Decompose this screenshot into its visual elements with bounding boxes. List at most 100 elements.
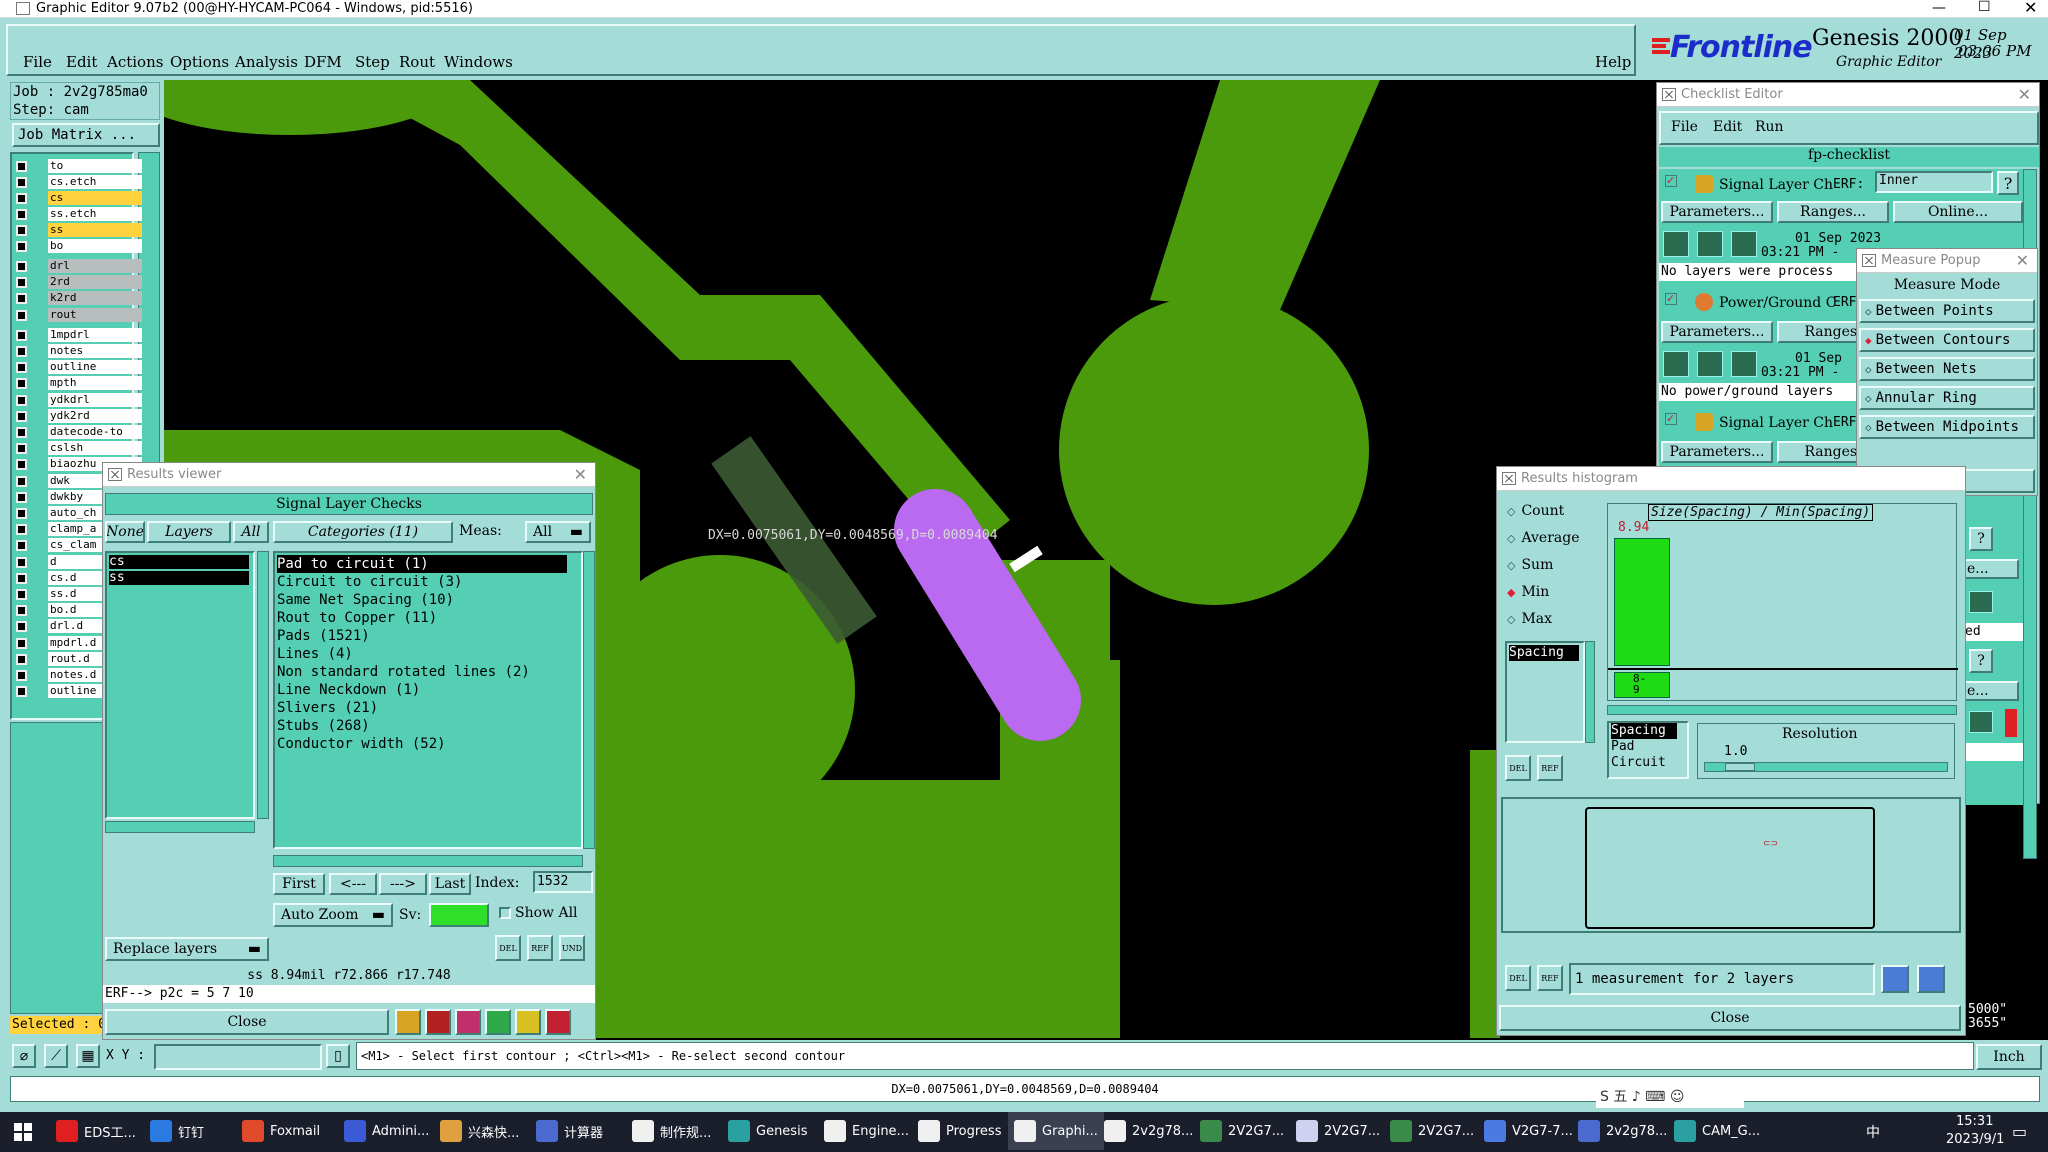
menu-step[interactable]: Step — [355, 53, 390, 71]
help-icon[interactable]: ? — [1997, 171, 2019, 195]
run-icon-6[interactable] — [1731, 351, 1757, 377]
layer-name[interactable]: datecode-to — [48, 425, 142, 439]
taskbar-item[interactable]: 2V2G7... — [1390, 1112, 1474, 1150]
layer-row[interactable]: cs.etch — [10, 174, 142, 190]
none-button[interactable]: None — [105, 521, 145, 543]
layer-checkbox[interactable] — [16, 362, 27, 374]
taskbar-item[interactable]: Genesis — [728, 1112, 807, 1150]
check1-parameters-button[interactable]: Parameters... — [1661, 201, 1773, 223]
taskbar-item[interactable]: Progress — [918, 1112, 1001, 1150]
layer-name[interactable]: cs — [48, 191, 142, 205]
layer-checkbox[interactable] — [16, 394, 27, 406]
taskbar-item[interactable]: 2v2g78... — [1578, 1112, 1667, 1150]
minimize-icon[interactable]: — — [1932, 0, 1946, 16]
param-spacing[interactable]: Spacing — [1611, 723, 1677, 739]
layer-checkbox[interactable] — [16, 572, 27, 584]
menu-edit[interactable]: Edit — [66, 53, 97, 71]
hist-tool-icon-2[interactable] — [1917, 965, 1945, 993]
layer-checkbox[interactable] — [16, 225, 27, 236]
histogram-mode-option[interactable]: ◇ Max — [1507, 611, 1552, 627]
layer-checkbox[interactable] — [16, 670, 27, 681]
layer-name[interactable]: k2rd — [48, 291, 142, 306]
measure-option[interactable]: ◆ Between Contours — [1859, 328, 2035, 352]
taskbar-item[interactable]: Graphi... — [1008, 1112, 1104, 1150]
layer-row[interactable]: outline — [10, 359, 142, 375]
snap-icon-2[interactable]: ⟋ — [44, 1044, 68, 1068]
menu-analysis[interactable]: Analysis — [235, 53, 298, 71]
layer-checkbox[interactable] — [16, 653, 27, 665]
run-icon-4[interactable] — [1663, 351, 1689, 377]
check1-ranges-button[interactable]: Ranges... — [1777, 201, 1889, 223]
histogram-mode-option[interactable]: ◆ Min — [1507, 584, 1549, 600]
histogram-mode-option[interactable]: ◇ Average — [1507, 530, 1580, 546]
layer-checkbox[interactable] — [16, 686, 27, 698]
index-input[interactable]: 1532 — [533, 871, 593, 893]
taskbar-item[interactable]: EDS工... — [56, 1112, 136, 1150]
layer-checkbox[interactable] — [16, 589, 27, 600]
hist-tool-icon-1[interactable] — [1881, 965, 1909, 993]
xy-input[interactable] — [154, 1044, 322, 1070]
prev-button[interactable]: <--- — [329, 873, 377, 895]
category-item[interactable]: Lines (4) — [277, 645, 581, 663]
category-item[interactable]: Slivers (21) — [277, 699, 581, 717]
layer-row[interactable]: cslsh — [10, 440, 142, 456]
meas-select[interactable]: All ▬ — [525, 521, 591, 543]
menu-help[interactable]: Help — [1595, 53, 1631, 71]
histogram-list[interactable]: Spacing — [1505, 641, 1585, 743]
measure-option[interactable]: ◇ Between Nets — [1859, 357, 2035, 381]
layer-row[interactable]: mpth — [10, 375, 142, 391]
layer-row[interactable]: to — [10, 158, 142, 174]
layer-checkbox[interactable] — [16, 161, 27, 172]
menu-actions[interactable]: Actions — [107, 53, 163, 71]
layer-checkbox[interactable] — [16, 637, 27, 649]
layer-checkbox[interactable] — [16, 491, 27, 503]
layer-checkbox[interactable] — [16, 475, 27, 487]
layer-checkbox[interactable] — [16, 209, 27, 220]
check2-checkbox[interactable]: ✓ — [1665, 293, 1677, 305]
category-item[interactable]: Circuit to circuit (3) — [277, 573, 581, 591]
resolution-slider[interactable] — [1704, 762, 1948, 772]
close-icon[interactable]: ✕ — [2016, 251, 2029, 270]
layer-checkbox[interactable] — [16, 410, 27, 422]
check3-parameters-button[interactable]: Parameters... — [1661, 441, 1773, 463]
param-list[interactable]: Spacing Pad Circuit — [1607, 721, 1689, 779]
layer-checkbox[interactable] — [16, 524, 27, 536]
category-list[interactable]: Pad to circuit (1) Circuit to circuit (3)… — [273, 551, 583, 849]
layer-row[interactable]: ydkdrl — [10, 392, 142, 408]
taskbar-item[interactable]: Foxmail — [242, 1112, 320, 1150]
slider-thumb[interactable] — [1725, 763, 1755, 771]
layer-row[interactable]: 2rd — [10, 274, 142, 290]
measure-option[interactable]: ◇ Between Midpoints — [1859, 415, 2035, 439]
layer-checkbox[interactable] — [16, 346, 27, 357]
histogram-mode-option[interactable]: ◇ Sum — [1507, 557, 1553, 573]
checklist-menu-edit[interactable]: Edit — [1713, 119, 1742, 135]
layer-row[interactable]: drl — [10, 258, 142, 274]
layer-checkbox[interactable] — [16, 329, 27, 341]
layer-name[interactable]: ydkdrl — [48, 392, 142, 407]
check1-erf-input[interactable]: Inner — [1875, 171, 1993, 193]
tray-ime[interactable]: 中 — [1866, 1122, 1880, 1142]
first-button[interactable]: First — [273, 873, 325, 895]
close-icon[interactable]: ✕ — [574, 465, 587, 484]
taskbar-item[interactable]: 2v2g78... — [1104, 1112, 1193, 1150]
taskbar-item[interactable]: CAM_G... — [1674, 1112, 1760, 1150]
menu-file[interactable]: File — [23, 53, 52, 71]
layer-name[interactable]: drl — [48, 259, 142, 273]
category-item[interactable]: Stubs (268) — [277, 717, 581, 735]
category-item[interactable]: Pad to circuit (1) — [277, 555, 567, 573]
checklist-menu-file[interactable]: File — [1671, 119, 1698, 135]
auto-zoom-select[interactable]: Auto Zoom ▬ — [273, 903, 393, 927]
snap-icon-1[interactable]: ⌀ — [12, 1044, 36, 1068]
layer-checkbox[interactable] — [16, 261, 27, 272]
menu-options[interactable]: Options — [170, 53, 229, 71]
layer-list-vscroll[interactable] — [257, 551, 269, 819]
close-icon[interactable]: ✕ — [2018, 85, 2031, 104]
layer-name[interactable]: cs.etch — [48, 175, 142, 189]
tool-icon-5[interactable] — [515, 1009, 541, 1035]
tool-icon-4[interactable] — [485, 1009, 511, 1035]
tool-icon-6[interactable] — [545, 1009, 571, 1035]
run-icon-2[interactable] — [1697, 231, 1723, 257]
layer-name[interactable]: mpth — [48, 376, 142, 391]
menu-rout[interactable]: Rout — [399, 53, 435, 71]
check1-online-button[interactable]: Online... — [1893, 201, 2023, 223]
